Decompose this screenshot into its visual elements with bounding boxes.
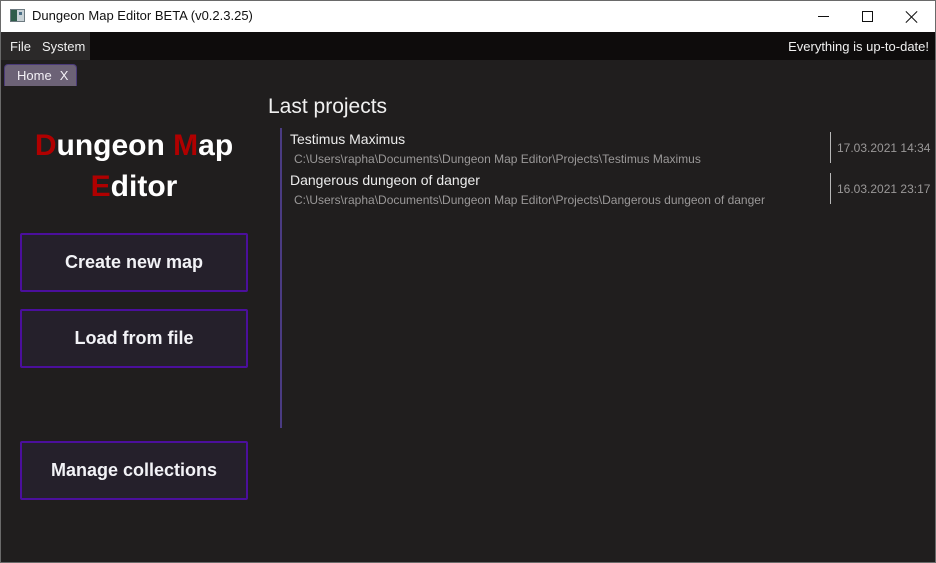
tab-close-button[interactable]: X [60,68,69,83]
date-separator [830,132,831,163]
project-date: 16.03.2021 23:17 [837,182,931,196]
maximize-button[interactable] [844,1,890,32]
maximize-icon [861,11,873,22]
logo-text-ditor: ditor [110,170,178,203]
update-status: Everything is up-to-date! [788,39,929,54]
project-date: 17.03.2021 14:34 [837,141,931,155]
logo-text-ungeon: ungeon [56,129,174,162]
menu-bar: File System Everything is up-to-date! [1,32,935,60]
title-bar[interactable]: Dungeon Map Editor BETA (v0.2.3.25) [1,1,935,32]
last-projects-heading: Last projects [268,95,388,118]
logo-letter-e: E [90,170,111,203]
logo-line-2: Editor [19,166,249,207]
create-new-map-button[interactable]: Create new map [20,233,248,292]
manage-collections-button[interactable]: Manage collections [20,441,248,500]
close-icon [906,11,918,23]
tab-strip: Home X [1,60,935,86]
load-from-file-button[interactable]: Load from file [20,309,248,368]
window-title: Dungeon Map Editor BETA (v0.2.3.25) [32,8,253,23]
app-window: Dungeon Map Editor BETA (v0.2.3.25) File… [0,0,936,563]
tab-home-label: Home [17,68,52,83]
project-name: Dangerous dungeon of danger [290,172,480,188]
project-path: C:\Users\rapha\Documents\Dungeon Map Edi… [294,152,701,166]
project-name: Testimus Maximus [290,131,406,147]
app-logo: Dungeon Map Editor [19,125,249,207]
menu-file[interactable]: File [1,39,37,54]
date-separator [830,173,831,204]
minimize-icon [817,16,829,17]
menu-group: File System [1,32,90,60]
project-path: C:\Users\rapha\Documents\Dungeon Map Edi… [294,193,765,207]
project-list-item[interactable]: Testimus Maximus C:\Users\rapha\Document… [282,129,932,169]
project-list-item[interactable]: Dangerous dungeon of danger C:\Users\rap… [282,170,932,210]
app-icon [10,9,25,22]
tab-home[interactable]: Home X [4,64,77,86]
close-button[interactable] [889,1,935,32]
logo-letter-m: M [173,129,199,162]
logo-text-ap: ap [198,129,234,162]
logo-line-1: Dungeon Map [19,125,249,166]
minimize-button[interactable] [800,1,846,32]
logo-letter-d: D [34,129,57,162]
menu-system[interactable]: System [37,39,91,54]
